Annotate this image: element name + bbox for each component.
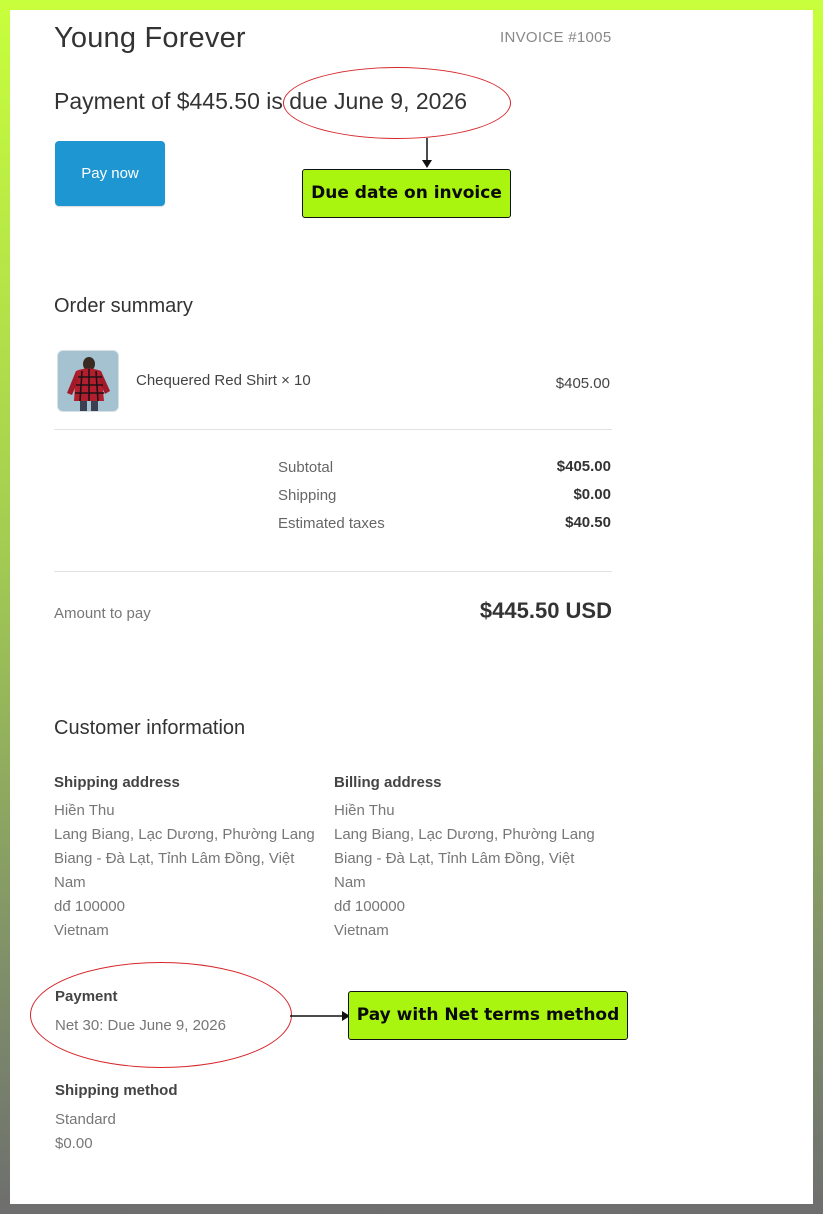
billing-street: Lang Biang, Lạc Dương, Phường Lang Biang… [334,826,595,891]
product-name: Chequered Red Shirt × 10 [136,372,311,389]
taxes-value: $40.50 [565,514,611,531]
amount-to-pay-label: Amount to pay [54,605,151,622]
store-name: Young Forever [54,22,246,54]
billing-country: Vietnam [334,922,389,939]
arrow-down-icon [422,138,432,168]
product-price: $405.00 [555,375,610,392]
invoice-number: INVOICE #1005 [500,29,612,46]
shipping-method-price: $0.00 [55,1135,93,1152]
shipping-method-title: Shipping method [55,1082,178,1099]
due-date-highlight-circle [283,67,511,139]
shipping-postal: dđ 100000 [54,898,125,915]
shipping-address: Hiền Thu Lang Biang, Lạc Dương, Phường L… [54,799,329,943]
payment-terms: Net 30: Due June 9, 2026 [55,1017,226,1034]
arrow-right-icon [290,1011,350,1021]
invoice-page: Young Forever INVOICE #1005 Payment of $… [10,10,813,1204]
payment-title: Payment [55,988,118,1005]
amount-to-pay-value: $445.50 USD [479,598,612,623]
divider [54,571,612,572]
pay-now-button[interactable]: Pay now [55,141,165,206]
billing-address-title: Billing address [334,774,442,791]
shipping-address-title: Shipping address [54,774,180,791]
billing-postal: dđ 100000 [334,898,405,915]
order-summary-title: Order summary [54,295,193,317]
shipping-label: Shipping [278,487,337,504]
subtotal-value: $405.00 [556,458,611,475]
product-thumbnail [57,350,119,412]
subtotal-label: Subtotal [278,459,334,476]
divider [54,429,612,430]
shipping-method: Standard $0.00 [55,1108,330,1156]
billing-address: Hiền Thu Lang Biang, Lạc Dương, Phường L… [334,799,609,943]
payment-amount-text: Payment of $445.50 is [54,88,290,114]
taxes-label: Estimated taxes [278,515,385,532]
billing-name: Hiền Thu [334,802,395,819]
due-date-callout: Due date on invoice [302,169,511,218]
shipping-street: Lang Biang, Lạc Dương, Phường Lang Biang… [54,826,315,891]
shipping-name: Hiền Thu [54,802,115,819]
customer-information-title: Customer information [54,717,246,739]
shirt-image [58,351,118,411]
shipping-method-name: Standard [55,1111,116,1128]
shipping-value: $0.00 [573,486,611,503]
shipping-country: Vietnam [54,922,109,939]
net-terms-callout: Pay with Net terms method [348,991,628,1040]
